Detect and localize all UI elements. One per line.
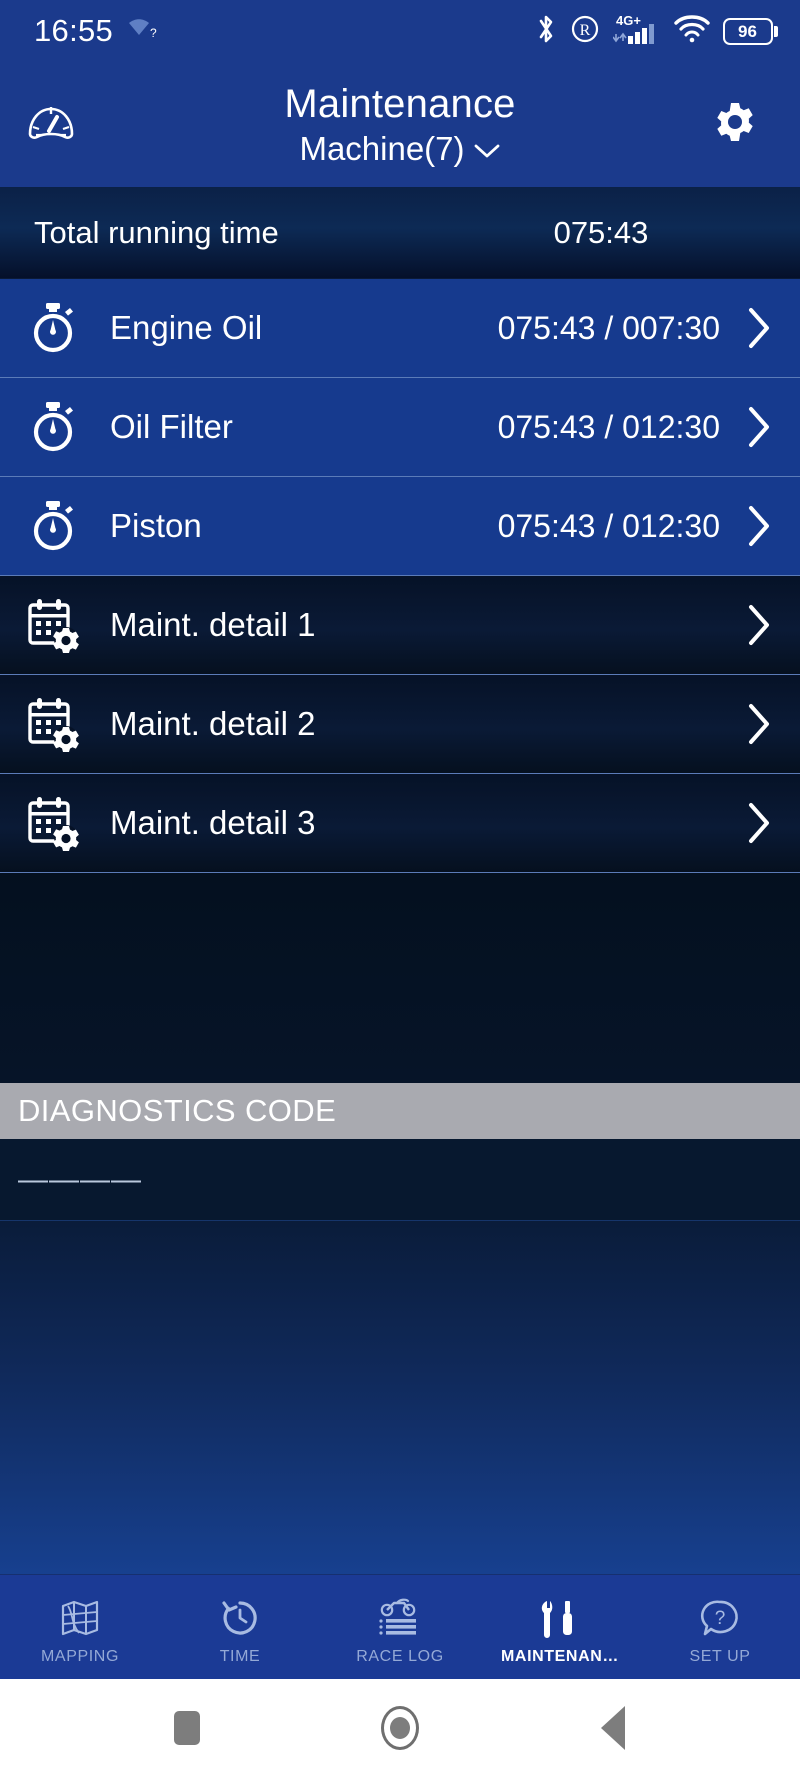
list-item-label: Maint. detail 2 bbox=[110, 705, 316, 742]
home-circle-icon[interactable] bbox=[355, 1698, 445, 1758]
speedometer-icon bbox=[25, 96, 77, 153]
battery-percent: 96 bbox=[738, 21, 757, 41]
settings-button[interactable] bbox=[700, 90, 770, 160]
status-clock: 16:55 bbox=[34, 13, 114, 48]
diagnostics-section-header: DIAGNOSTICS CODE bbox=[0, 1083, 800, 1139]
stopwatch-icon bbox=[22, 495, 84, 557]
4g-plus-signal-icon: 4G+ bbox=[611, 12, 661, 51]
list-item[interactable]: Oil Filter 075:43 / 012:30 bbox=[0, 378, 800, 477]
list-item-label: Maint. detail 1 bbox=[110, 606, 316, 643]
tab-race-log[interactable]: RACE LOG bbox=[320, 1575, 480, 1679]
chevron-right-icon bbox=[742, 503, 776, 549]
question-bubble-icon: ? bbox=[699, 1595, 741, 1641]
chevron-right-icon bbox=[742, 602, 776, 648]
chevron-right-icon bbox=[742, 800, 776, 846]
list-item-label: Maint. detail 3 bbox=[110, 804, 316, 841]
tab-label: MAPPING bbox=[41, 1647, 119, 1665]
gear-icon bbox=[713, 100, 757, 149]
machine-selector-label: Machine(7) bbox=[299, 129, 465, 167]
total-running-time-value: 075:43 bbox=[553, 214, 649, 250]
list-item[interactable]: Piston 075:43 / 012:30 bbox=[0, 477, 800, 576]
tab-set-up[interactable]: ? SET UP bbox=[640, 1575, 800, 1679]
tab-label: TIME bbox=[219, 1647, 261, 1665]
diagnostics-empty-area bbox=[0, 1221, 800, 1574]
app-header: Maintenance Machine(7) bbox=[0, 62, 800, 187]
list-item[interactable]: Engine Oil 075:43 / 007:30 bbox=[0, 279, 800, 378]
svg-text:?: ? bbox=[150, 26, 157, 40]
tools-icon bbox=[539, 1595, 581, 1641]
wifi-question-icon: ? bbox=[127, 16, 157, 47]
status-bar: 16:55 ? R 4G+ 96 bbox=[0, 0, 800, 62]
list-item-label: Engine Oil bbox=[110, 309, 263, 346]
chevron-right-icon bbox=[742, 404, 776, 450]
android-nav-bar bbox=[0, 1679, 800, 1777]
diagnostics-code-row: ———— bbox=[0, 1139, 800, 1221]
bottom-tab-bar: MAPPING TIME RACE LOG MAINTENAN… ? SET U… bbox=[0, 1574, 800, 1679]
calendar-gear-icon bbox=[22, 594, 84, 656]
header-title-group: Maintenance Machine(7) bbox=[0, 80, 800, 170]
diagnostics-section-title: DIAGNOSTICS CODE bbox=[18, 1093, 337, 1128]
roaming-icon: R bbox=[570, 14, 600, 49]
map-icon bbox=[59, 1595, 101, 1641]
empty-spacer bbox=[0, 873, 800, 1083]
tab-maintenance[interactable]: MAINTENAN… bbox=[480, 1575, 640, 1679]
page-title: Maintenance bbox=[284, 81, 516, 126]
bluetooth-icon bbox=[535, 13, 557, 50]
list-item-label: Oil Filter bbox=[110, 408, 233, 445]
chevron-right-icon bbox=[742, 701, 776, 747]
app-screen: 16:55 ? R 4G+ 96 Maintenance Machine(7) … bbox=[0, 0, 800, 1777]
clock-rotate-icon bbox=[219, 1595, 261, 1641]
calendar-gear-icon bbox=[22, 792, 84, 854]
svg-text:?: ? bbox=[715, 1608, 726, 1629]
content-body: DIAGNOSTICS CODE ———— bbox=[0, 873, 800, 1574]
list-item-label: Piston bbox=[110, 507, 202, 544]
maintenance-list: Engine Oil 075:43 / 007:30 Oil Filter 07… bbox=[0, 279, 800, 873]
svg-text:R: R bbox=[579, 22, 590, 39]
tab-mapping[interactable]: MAPPING bbox=[0, 1575, 160, 1679]
total-running-time-label: Total running time bbox=[34, 214, 279, 250]
stopwatch-icon bbox=[22, 297, 84, 359]
status-bar-left: 16:55 ? bbox=[34, 13, 157, 49]
motorcycle-log-icon bbox=[378, 1595, 422, 1641]
list-item[interactable]: Maint. detail 1 bbox=[0, 576, 800, 675]
list-item-value: 075:43 / 007:30 bbox=[497, 309, 720, 346]
recents-square-icon[interactable] bbox=[142, 1698, 232, 1758]
list-item[interactable]: Maint. detail 3 bbox=[0, 774, 800, 873]
back-triangle-icon[interactable] bbox=[568, 1698, 658, 1758]
tab-time[interactable]: TIME bbox=[160, 1575, 320, 1679]
svg-text:4G+: 4G+ bbox=[616, 13, 641, 28]
total-running-time-row: Total running time 075:43 bbox=[0, 187, 800, 279]
machine-selector[interactable]: Machine(7) bbox=[299, 128, 500, 170]
tab-label: SET UP bbox=[689, 1647, 751, 1665]
battery-icon: 96 bbox=[722, 17, 778, 45]
diagnostics-code-value: ———— bbox=[18, 1162, 142, 1196]
chevron-down-icon bbox=[473, 128, 501, 170]
tab-label: MAINTENAN… bbox=[501, 1647, 619, 1665]
tab-label: RACE LOG bbox=[356, 1647, 444, 1665]
chevron-right-icon bbox=[742, 305, 776, 351]
stopwatch-icon bbox=[22, 396, 84, 458]
speedometer-button[interactable] bbox=[16, 90, 86, 160]
list-item[interactable]: Maint. detail 2 bbox=[0, 675, 800, 774]
list-item-value: 075:43 / 012:30 bbox=[497, 408, 720, 445]
calendar-gear-icon bbox=[22, 693, 84, 755]
status-bar-right: R 4G+ 96 bbox=[535, 12, 778, 51]
wifi-icon bbox=[673, 14, 710, 49]
list-item-value: 075:43 / 012:30 bbox=[497, 507, 720, 544]
